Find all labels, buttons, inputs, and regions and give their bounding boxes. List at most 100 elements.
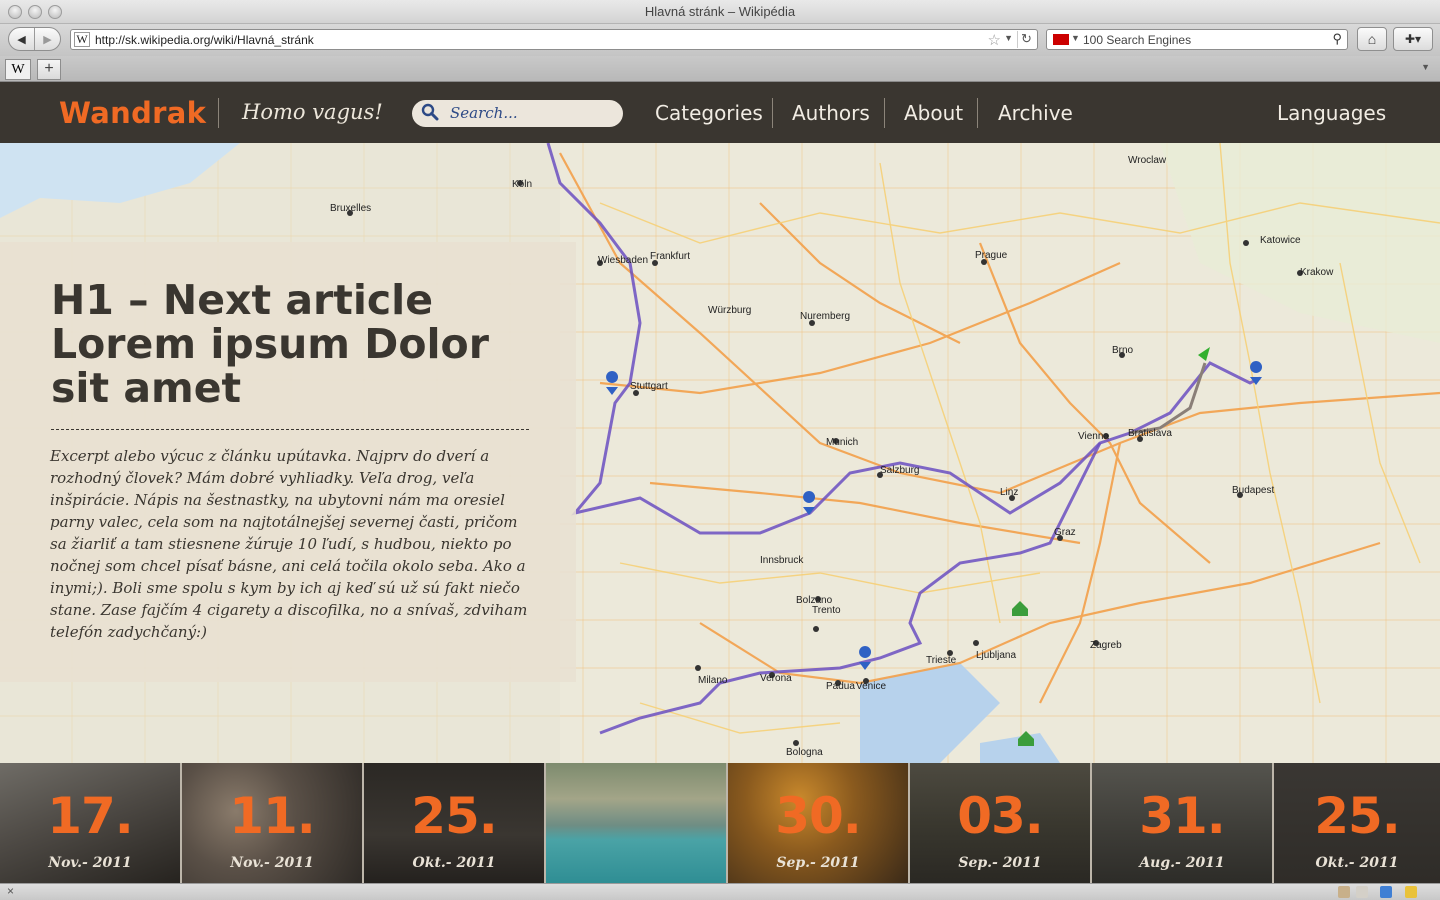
svg-text:Krakow: Krakow bbox=[1300, 267, 1334, 278]
svg-text:Köln: Köln bbox=[512, 179, 532, 190]
article-excerpt: Excerpt alebo výcuc z článku upútavka. N… bbox=[50, 447, 528, 641]
window-title: Hlavná stránk – Wikipédia bbox=[644, 4, 796, 19]
tile-day: 30. bbox=[775, 787, 862, 845]
addon-icon[interactable] bbox=[1380, 886, 1392, 898]
addon-icon[interactable] bbox=[1338, 886, 1350, 898]
tile-month: Aug.- 2011 bbox=[1139, 855, 1225, 871]
svg-text:Bratislava: Bratislava bbox=[1128, 428, 1172, 439]
tile-day: 17. bbox=[47, 787, 134, 845]
date-tile[interactable]: 11. Nov.- 2011 bbox=[182, 763, 364, 883]
article-date-strip: 17. Nov.- 2011 11. Nov.- 2011 25. Okt.- … bbox=[0, 763, 1440, 883]
date-tile[interactable]: 03. Sep.- 2011 bbox=[910, 763, 1092, 883]
search-engine-bar[interactable]: ▼ 100 Search Engines ⚲ bbox=[1046, 29, 1348, 50]
search-engine-input[interactable]: 100 Search Engines bbox=[1083, 33, 1191, 47]
date-tile[interactable]: 30. Sep.- 2011 bbox=[728, 763, 910, 883]
header-divider bbox=[218, 98, 219, 128]
search-icon bbox=[421, 103, 439, 121]
reload-button[interactable]: ↻ bbox=[1017, 31, 1035, 48]
date-tile-highlighted[interactable] bbox=[546, 763, 728, 883]
home-button[interactable]: ⌂ bbox=[1357, 27, 1387, 51]
svg-text:Bologna: Bologna bbox=[786, 747, 823, 758]
svg-text:Innsbruck: Innsbruck bbox=[760, 555, 804, 566]
nav-divider bbox=[884, 98, 885, 128]
engine-dropdown-icon[interactable]: ▼ bbox=[1071, 33, 1080, 43]
date-tile[interactable]: 25. Okt.- 2011 bbox=[1274, 763, 1440, 883]
tab-wikipedia[interactable]: W bbox=[5, 59, 31, 80]
featured-article-card[interactable]: H1 – Next article Lorem ipsum Dolor sit … bbox=[0, 242, 576, 682]
tile-month: Sep.- 2011 bbox=[958, 855, 1042, 871]
tile-photo-pool bbox=[546, 763, 726, 883]
svg-text:Venice: Venice bbox=[856, 681, 886, 692]
svg-text:Würzburg: Würzburg bbox=[708, 305, 751, 316]
site-search-placeholder: Search... bbox=[450, 104, 518, 122]
forward-button[interactable]: ▶ bbox=[34, 28, 60, 50]
tile-day: 11. bbox=[229, 787, 316, 845]
url-history-dropdown-icon[interactable]: ▼ bbox=[1004, 33, 1013, 43]
svg-text:Stuttgart: Stuttgart bbox=[630, 381, 668, 392]
article-title[interactable]: H1 – Next article Lorem ipsum Dolor sit … bbox=[51, 278, 551, 410]
addon-icon[interactable] bbox=[1356, 886, 1368, 898]
window-titlebar: Hlavná stránk – Wikipédia bbox=[0, 0, 1440, 24]
tile-day: 25. bbox=[411, 787, 498, 845]
site-favicon-icon: W bbox=[74, 32, 90, 47]
nav-archive[interactable]: Archive bbox=[998, 101, 1073, 125]
tile-month: Sep.- 2011 bbox=[776, 855, 860, 871]
article-divider bbox=[51, 429, 529, 430]
url-text[interactable]: http://sk.wikipedia.org/wiki/Hlavná_strá… bbox=[95, 33, 314, 47]
history-buttons: ◀ ▶ bbox=[8, 27, 61, 51]
new-tab-button[interactable]: + bbox=[37, 59, 61, 80]
search-engine-logo-icon[interactable] bbox=[1053, 34, 1069, 45]
site-tagline: Homo vagus! bbox=[242, 100, 383, 124]
site-logo[interactable]: Wandrak bbox=[59, 96, 206, 130]
bookmark-star-icon[interactable]: ☆ bbox=[988, 31, 1001, 49]
addon-icon[interactable] bbox=[1405, 886, 1417, 898]
site-header: Wandrak Homo vagus! Search... Categories… bbox=[0, 82, 1440, 143]
svg-text:Verona: Verona bbox=[760, 673, 792, 684]
svg-text:Vienna: Vienna bbox=[1078, 431, 1109, 442]
nav-languages[interactable]: Languages bbox=[1277, 101, 1386, 125]
svg-text:Salzburg: Salzburg bbox=[880, 465, 919, 476]
svg-text:Wiesbaden: Wiesbaden bbox=[598, 255, 648, 266]
svg-text:Budapest: Budapest bbox=[1232, 485, 1274, 496]
nav-about[interactable]: About bbox=[904, 101, 963, 125]
nav-divider bbox=[772, 98, 773, 128]
svg-text:Linz: Linz bbox=[1000, 487, 1018, 498]
tile-day: 25. bbox=[1314, 787, 1401, 845]
site-search-input[interactable]: Search... bbox=[412, 100, 623, 127]
tile-month: Nov.- 2011 bbox=[48, 855, 132, 871]
svg-text:Graz: Graz bbox=[1054, 527, 1076, 538]
svg-text:Katowice: Katowice bbox=[1260, 235, 1301, 246]
svg-text:Ljubljana: Ljubljana bbox=[976, 650, 1016, 661]
svg-text:Frankfurt: Frankfurt bbox=[650, 251, 690, 262]
date-tile[interactable]: 25. Okt.- 2011 bbox=[364, 763, 546, 883]
svg-text:Wroclaw: Wroclaw bbox=[1128, 155, 1167, 166]
svg-text:Padua: Padua bbox=[826, 681, 855, 692]
tab-list-dropdown-icon[interactable]: ▼ bbox=[1421, 62, 1430, 72]
svg-text:Milano: Milano bbox=[698, 675, 728, 686]
svg-text:Zagreb: Zagreb bbox=[1090, 640, 1122, 651]
tile-month: Okt.- 2011 bbox=[412, 855, 496, 871]
svg-text:Trento: Trento bbox=[812, 605, 841, 616]
tile-month: Okt.- 2011 bbox=[1315, 855, 1399, 871]
nav-divider bbox=[977, 98, 978, 128]
svg-text:Trieste: Trieste bbox=[926, 655, 957, 666]
svg-text:Munich: Munich bbox=[826, 437, 858, 448]
tile-day: 31. bbox=[1139, 787, 1226, 845]
close-status-icon[interactable]: × bbox=[7, 884, 14, 898]
nav-authors[interactable]: Authors bbox=[792, 101, 870, 125]
tile-day: 03. bbox=[957, 787, 1044, 845]
back-button[interactable]: ◀ bbox=[9, 28, 34, 50]
route-map[interactable]: Wroclaw Prague Brno Vienna Bratislava Budape… bbox=[0, 143, 1440, 763]
date-tile[interactable]: 31. Aug.- 2011 bbox=[1092, 763, 1274, 883]
search-icon[interactable]: ⚲ bbox=[1332, 31, 1342, 47]
svg-text:Prague: Prague bbox=[975, 250, 1008, 261]
date-tile[interactable]: 17. Nov.- 2011 bbox=[0, 763, 182, 883]
tile-month: Nov.- 2011 bbox=[230, 855, 314, 871]
svg-text:Nuremberg: Nuremberg bbox=[800, 311, 850, 322]
url-bar[interactable]: W http://sk.wikipedia.org/wiki/Hlavná_st… bbox=[70, 29, 1038, 50]
svg-text:Brno: Brno bbox=[1112, 345, 1134, 356]
tab-bar: W + ▼ bbox=[0, 56, 1440, 82]
browser-status-bar: × bbox=[0, 883, 1440, 900]
bookmarks-menu-button[interactable]: ✚▾ bbox=[1393, 27, 1433, 51]
nav-categories[interactable]: Categories bbox=[655, 101, 763, 125]
